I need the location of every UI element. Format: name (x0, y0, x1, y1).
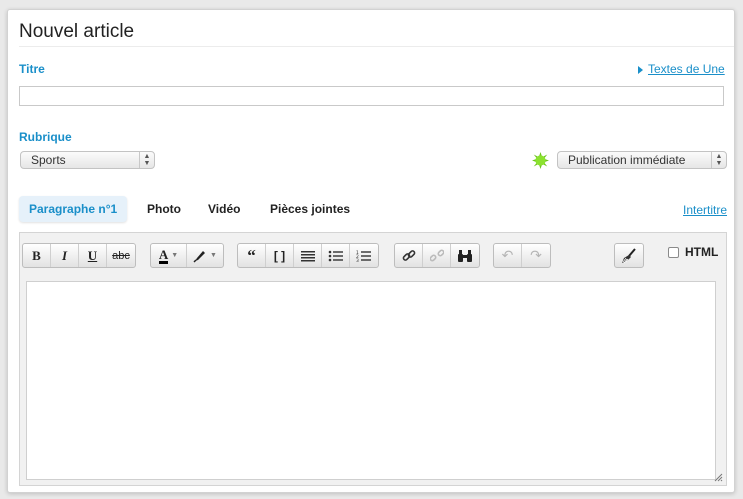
format-button-group: B I U abc (22, 243, 136, 268)
publication-select-value: Publication immédiate (568, 153, 686, 167)
html-checkbox[interactable] (668, 246, 679, 258)
status-indicator-icon (532, 152, 549, 169)
align-justify-icon (300, 250, 315, 261)
tab-video[interactable]: Vidéo (208, 196, 240, 222)
numbered-list-button[interactable]: 123 (350, 244, 378, 267)
titre-input[interactable] (19, 86, 724, 106)
link-button-group (394, 243, 480, 268)
page-title: Nouvel article (19, 21, 135, 42)
tab-pieces-jointes[interactable]: Pièces jointes (270, 196, 350, 222)
redo-icon: ↷ (530, 247, 542, 263)
undo-button[interactable]: ↶ (494, 244, 522, 267)
justify-button[interactable] (294, 244, 322, 267)
intertitre-link[interactable]: Intertitre (683, 203, 727, 217)
tab-photo[interactable]: Photo (147, 196, 181, 222)
clean-format-button[interactable] (615, 244, 643, 267)
highlight-button[interactable]: ▼ (187, 244, 223, 267)
new-article-panel: Nouvel article Titre Textes de Une Rubri… (7, 9, 735, 493)
rubrique-select[interactable]: Sports ▲ ▼ (20, 151, 155, 169)
select-arrows-icon: ▲ ▼ (139, 152, 154, 168)
history-button-group: ↶ ↷ (493, 243, 551, 268)
text-color-icon: A (158, 246, 169, 264)
numbered-list-icon: 123 (356, 250, 371, 262)
rubrique-select-value: Sports (31, 153, 66, 167)
block-button-group: “ [ ] 123 (237, 243, 379, 268)
svg-text:3: 3 (356, 258, 359, 262)
bullet-list-icon (328, 250, 343, 261)
underline-button[interactable]: U (79, 244, 107, 267)
strikethrough-button[interactable]: abc (107, 244, 135, 267)
html-label: HTML (685, 245, 719, 259)
bullet-list-button[interactable] (322, 244, 350, 267)
resize-grip-icon[interactable] (713, 472, 723, 482)
color-button-group: A ▼ ▼ (150, 243, 224, 268)
unlink-icon (429, 248, 444, 262)
editor-content-area[interactable] (26, 281, 716, 480)
textes-de-une-link[interactable]: Textes de Une (648, 62, 725, 76)
unlink-button[interactable] (423, 244, 451, 267)
blockquote-button[interactable]: “ (238, 244, 266, 267)
chevron-down-icon: ▼ (210, 252, 217, 259)
brackets-button[interactable]: [ ] (266, 244, 294, 267)
find-button[interactable] (451, 244, 479, 267)
titre-label: Titre (19, 62, 45, 76)
tab-paragraphe[interactable]: Paragraphe n°1 (19, 196, 128, 222)
text-color-button[interactable]: A ▼ (151, 244, 187, 267)
broom-icon (622, 247, 636, 263)
triangle-right-icon (638, 66, 643, 74)
marker-icon (193, 250, 206, 263)
link-button[interactable] (395, 244, 423, 267)
link-icon (402, 249, 415, 261)
rubrique-label: Rubrique (19, 130, 72, 144)
undo-icon: ↶ (501, 247, 514, 263)
redo-button[interactable]: ↷ (522, 244, 550, 267)
title-divider (19, 46, 734, 47)
rich-text-editor: B I U abc A ▼ ▼ “ [ ] 123 ↶ ↷ HTML (19, 232, 727, 486)
bold-button[interactable]: B (23, 244, 51, 267)
chevron-down-icon: ▼ (171, 252, 179, 259)
publication-select[interactable]: Publication immédiate ▲ ▼ (557, 151, 727, 169)
italic-button[interactable]: I (51, 244, 79, 267)
html-toggle[interactable]: HTML (668, 245, 718, 259)
binoculars-icon (458, 249, 472, 262)
select-arrows-icon: ▲ ▼ (711, 152, 726, 168)
clean-button-group (614, 243, 644, 268)
